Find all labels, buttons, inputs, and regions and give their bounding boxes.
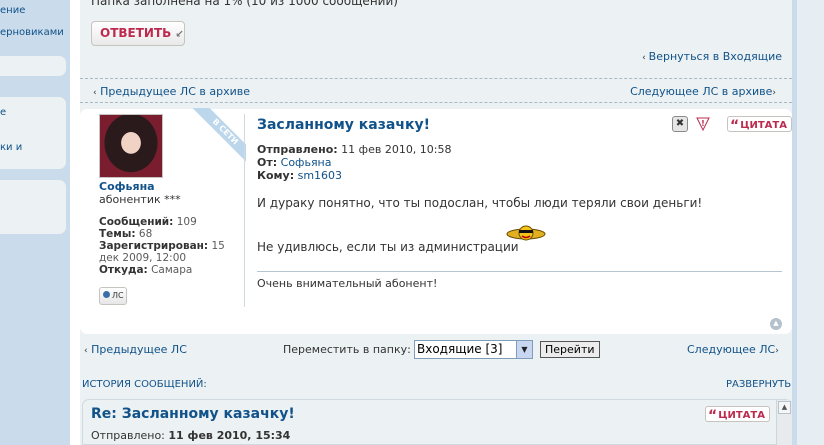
quote-icon: “ — [730, 118, 740, 134]
reply-button[interactable]: ОТВЕТИТЬ ↙ — [91, 21, 185, 46]
from-meta: От: Софьяна — [257, 156, 332, 169]
prev-archive-label[interactable]: Предыдущее ЛС в архиве — [100, 85, 250, 98]
history-sent-value: 11 фев 2010, 15:34 — [168, 429, 291, 442]
message-title[interactable]: Засланному казачку! — [257, 117, 430, 133]
sidebar-block — [0, 56, 66, 76]
message-line-1: И дураку понятно, что ты подослан, чтобы… — [257, 196, 703, 210]
sidebar-block — [0, 97, 66, 169]
next-archive-label[interactable]: Следующее ЛС в архиве — [630, 85, 772, 98]
report-icon[interactable]: ! — [695, 116, 711, 132]
next-message-label[interactable]: Следующее ЛС — [687, 343, 775, 356]
sidebar-block — [0, 180, 66, 234]
divider — [80, 78, 792, 79]
from-value[interactable]: Софьяна — [281, 156, 332, 169]
history-quote-label: ЦИТАТА — [718, 410, 765, 421]
sidebar-item-3[interactable]: е — [0, 107, 6, 118]
move-to-folder-label: Переместить в папку: — [283, 343, 411, 356]
posts-label: Сообщений: — [99, 216, 174, 228]
from-label: От: — [257, 156, 278, 169]
next-archive-link[interactable]: Следующее ЛС в архиве› — [630, 85, 776, 98]
reply-button-label: ОТВЕТИТЬ — [100, 26, 172, 40]
prev-message-link[interactable]: ‹ Предыдущее ЛС — [84, 343, 187, 356]
chevron-left-icon: ‹ — [642, 53, 646, 63]
author-topics: Темы: 68 — [99, 228, 152, 240]
go-button[interactable]: Перейти — [540, 341, 600, 358]
sent-meta: Отправлено: 11 фев 2010, 10:58 — [257, 143, 452, 156]
to-label: Кому: — [257, 169, 295, 182]
history-quote-button[interactable]: “ЦИТАТА — [705, 406, 770, 424]
topics-label: Темы: — [99, 228, 136, 240]
sidebar-item-1[interactable]: ение — [0, 5, 25, 16]
chevron-right-icon: › — [775, 346, 779, 356]
quote-icon: “ — [708, 408, 718, 424]
folder-select[interactable]: Входящие [3] ▼ — [414, 340, 533, 359]
history-item-meta: Отправлено: 11 фев 2010, 15:34 — [91, 429, 290, 442]
history-scrollbar[interactable]: ▲ — [776, 400, 792, 445]
folder-status: Папка заполнена на 1% (10 из 1000 сообще… — [91, 0, 398, 8]
smiley-icon — [506, 225, 546, 241]
location-label: Откуда: — [99, 264, 148, 276]
sent-label: Отправлено: — [257, 143, 338, 156]
post-divider — [244, 114, 245, 307]
chevron-down-icon[interactable]: ▼ — [516, 341, 532, 358]
pm-button-label: ЛС — [112, 291, 124, 300]
author-posts: Сообщений: 109 — [99, 216, 197, 228]
to-meta: Кому: sm1603 — [257, 169, 342, 182]
online-badge-label: В СЕТИ — [188, 108, 246, 168]
back-to-top-icon[interactable]: ▲ — [770, 318, 782, 330]
topics-value: 68 — [138, 228, 153, 240]
chevron-left-icon: ‹ — [93, 88, 97, 98]
posts-value: 109 — [176, 216, 197, 228]
signature-divider — [257, 271, 782, 272]
scroll-up-icon[interactable]: ▲ — [778, 401, 791, 414]
sent-value: 11 фев 2010, 10:58 — [341, 143, 452, 156]
folder-select-value: Входящие [3] — [417, 342, 503, 356]
pm-button[interactable]: ЛС — [99, 287, 127, 305]
report-icon-mark: ! — [701, 119, 705, 128]
history-sent-label: Отправлено: — [91, 429, 165, 442]
to-value[interactable]: sm1603 — [298, 169, 342, 182]
message-line-2: Не удивлюсь, если ты из администрации — [257, 240, 519, 254]
divider — [80, 102, 792, 103]
prev-message-label[interactable]: Предыдущее ЛС — [91, 343, 187, 356]
chevron-left-icon: ‹ — [84, 346, 88, 356]
author-name[interactable]: Софьяна — [99, 180, 155, 193]
registered-label: Зарегистрирован: — [99, 240, 209, 252]
location-value: Самара — [151, 264, 193, 276]
avatar[interactable] — [99, 114, 163, 178]
signature: Очень внимательный абонент! — [257, 277, 438, 290]
history-label: ИСТОРИЯ СООБЩЕНИЙ: — [82, 379, 207, 390]
online-badge: В СЕТИ — [186, 108, 246, 168]
warning-triangle-icon: ! — [696, 117, 710, 132]
return-to-inbox-label[interactable]: Вернуться в Входящие — [649, 50, 782, 63]
history-item-title[interactable]: Re: Засланному казачку! — [91, 406, 295, 422]
return-to-inbox-link[interactable]: ‹ Вернуться в Входящие — [642, 50, 782, 63]
delete-icon[interactable]: ✖ — [672, 116, 688, 132]
user-icon — [103, 291, 110, 298]
author-location: Откуда: Самара — [99, 264, 192, 276]
author-rank: абонентик *** — [99, 193, 181, 206]
reply-arrow-icon: ↙ — [175, 29, 184, 40]
author-registered: Зарегистрирован: 15 дек 2009, 12:00 — [99, 240, 244, 264]
expand-link[interactable]: РАЗВЕРНУТЬ — [726, 379, 791, 390]
right-frame-inner — [797, 0, 824, 445]
next-message-link[interactable]: Следующее ЛС› — [687, 343, 779, 356]
prev-archive-link[interactable]: ‹ Предыдущее ЛС в архиве — [93, 85, 250, 98]
quote-button-label: ЦИТАТА — [740, 120, 787, 131]
sidebar-item-4[interactable]: ки и — [0, 142, 22, 153]
chevron-right-icon: › — [772, 88, 776, 98]
quote-button[interactable]: “ЦИТАТА — [727, 116, 792, 134]
sidebar-item-2[interactable]: ерновиками — [0, 27, 64, 38]
